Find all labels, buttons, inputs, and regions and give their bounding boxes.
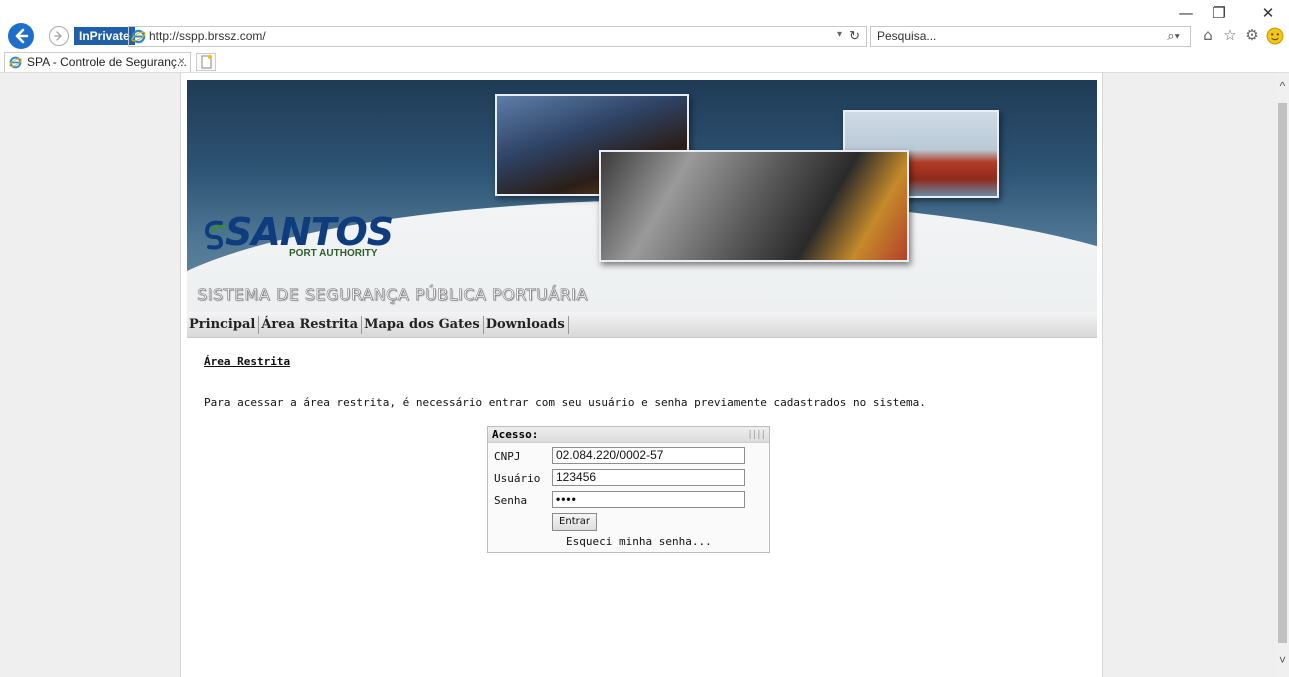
tab-title: SPA - Controle de Seguranç... [27,55,187,69]
scroll-up-icon[interactable]: ^ [1276,79,1289,93]
back-icon [15,28,29,44]
new-tab-button[interactable] [196,53,216,71]
scroll-thumb[interactable] [1278,103,1287,643]
favorites-star-icon[interactable]: ☆ [1221,26,1239,44]
settings-gear-icon[interactable]: ⚙ [1243,26,1261,44]
scroll-down-icon[interactable]: ˅ [1276,653,1289,667]
refresh-icon[interactable]: ↻ [849,28,860,44]
system-title: SISTEMA DE SEGURANÇA PÚBLICA PORTUÁRIA [197,285,588,305]
password-field[interactable]: •••• [552,491,745,508]
vertical-scrollbar[interactable]: ^ ˅ [1276,73,1289,677]
address-url: http://sspp.brssz.com/ [149,29,266,43]
tab-active[interactable]: SPA - Controle de Seguranç... × [4,52,191,72]
inprivate-badge: InPrivate [74,27,135,45]
forward-button[interactable] [49,26,69,46]
nav-downloads[interactable]: Downloads [484,315,569,334]
search-icon[interactable]: ⌕▾ [1167,28,1180,44]
home-icon[interactable]: ⌂ [1199,26,1217,44]
browser-viewport: SANTOS PORT AUTHORITY SISTEMA DE SEGURAN… [0,73,1276,677]
ie-logo-icon [131,29,146,44]
header-banner: SANTOS PORT AUTHORITY SISTEMA DE SEGURAN… [187,80,1097,312]
nav-principal[interactable]: Principal [187,315,260,334]
ie-page-icon [9,56,22,69]
logo-subtitle: PORT AUTHORITY [289,248,378,259]
main-nav: Principal Área Restrita Mapa dos Gates D… [187,312,1097,338]
browser-chrome: — ❐ ✕ InPrivate http://sspp.brssz.com/ ▾… [0,0,1289,74]
nav-area-restrita[interactable]: Área Restrita [259,315,363,334]
forward-icon [54,31,62,41]
new-tab-icon [201,55,212,69]
address-bar[interactable]: http://sspp.brssz.com/ ▾ ↻ [128,26,867,47]
panel-grip-icon[interactable]: |||| [747,427,766,443]
login-header: Acesso: |||| [488,427,769,443]
cnpj-field[interactable]: 02.084.220/0002-57 [552,447,745,464]
page-title: Área Restrita [204,355,291,368]
search-placeholder: Pesquisa... [877,29,937,43]
submit-button[interactable]: Entrar [552,513,597,531]
forgot-password-link[interactable]: Esqueci minha senha... [566,535,712,548]
address-dropdown-icon[interactable]: ▾ [837,29,842,40]
back-button[interactable] [8,23,34,49]
password-label: Senha [494,494,528,507]
page-description: Para acessar a área restrita, é necessár… [204,396,926,409]
cnpj-label: CNPJ [494,450,521,463]
login-header-label: Acesso: [492,428,539,441]
user-label: Usuário [494,472,541,485]
user-field[interactable]: 123456 [552,469,745,486]
close-window-button[interactable]: ✕ [1258,4,1278,22]
workers-photo [599,150,909,262]
minimize-button[interactable]: — [1176,4,1196,22]
feedback-smiley-icon[interactable] [1266,27,1284,45]
nav-mapa-dos-gates[interactable]: Mapa dos Gates [362,315,484,334]
restore-button[interactable]: ❐ [1209,4,1229,22]
page-container: SANTOS PORT AUTHORITY SISTEMA DE SEGURAN… [180,73,1103,677]
main-content: Área Restrita Para acessar a área restri… [204,355,1084,409]
login-panel: Acesso: |||| CNPJ 02.084.220/0002-57 Usu… [487,426,770,553]
tab-close-icon[interactable]: × [178,54,185,68]
search-input[interactable]: Pesquisa... ⌕▾ [870,26,1191,47]
